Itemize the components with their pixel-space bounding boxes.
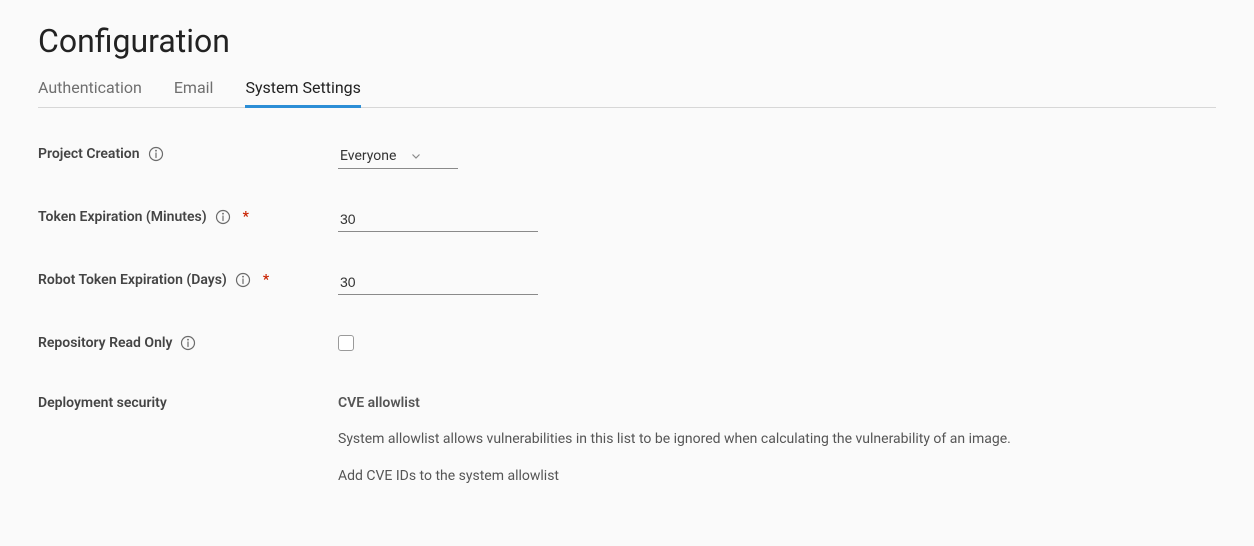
system-settings-form: Project Creation Everyone Token Ex xyxy=(38,108,1216,484)
tab-email[interactable]: Email xyxy=(174,78,214,107)
repo-read-only-checkbox[interactable] xyxy=(338,335,354,351)
cve-allowlist-title: CVE allowlist xyxy=(338,395,1216,411)
tab-authentication[interactable]: Authentication xyxy=(38,78,142,107)
robot-token-expiration-input[interactable] xyxy=(338,272,538,295)
cve-allowlist-hint: Add CVE IDs to the system allowlist xyxy=(338,468,1216,484)
project-creation-value: Everyone xyxy=(340,148,396,164)
repo-read-only-label: Repository Read Only xyxy=(38,335,172,351)
token-expiration-input[interactable] xyxy=(338,209,538,232)
info-icon[interactable] xyxy=(180,335,196,351)
chevron-down-icon xyxy=(410,150,422,162)
info-icon[interactable] xyxy=(235,272,251,288)
robot-token-expiration-label: Robot Token Expiration (Days) xyxy=(38,272,227,288)
info-icon[interactable] xyxy=(215,209,231,225)
required-marker: * xyxy=(263,272,269,288)
project-creation-label: Project Creation xyxy=(38,146,140,162)
project-creation-select[interactable]: Everyone xyxy=(338,146,458,169)
required-marker: * xyxy=(243,209,249,225)
tab-bar: Authentication Email System Settings xyxy=(38,78,1216,108)
page-title: Configuration xyxy=(38,22,1216,60)
token-expiration-label: Token Expiration (Minutes) xyxy=(38,209,207,225)
tab-system-settings[interactable]: System Settings xyxy=(245,78,360,107)
cve-allowlist-description: System allowlist allows vulnerabilities … xyxy=(338,429,1216,450)
info-icon[interactable] xyxy=(148,146,164,162)
deployment-security-label: Deployment security xyxy=(38,395,167,411)
